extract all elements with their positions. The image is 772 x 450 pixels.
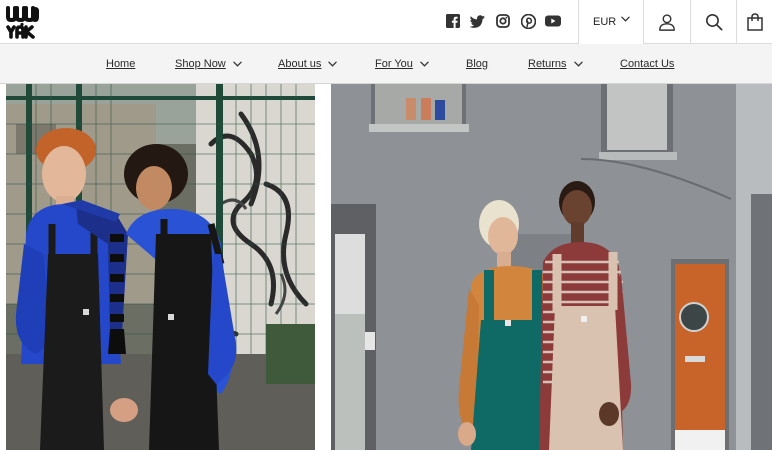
nav-item-label: About us <box>278 58 322 70</box>
top-header: EUR <box>0 0 772 44</box>
search-icon <box>705 13 723 31</box>
currency-label: EUR <box>593 16 617 28</box>
nav-item-label: Shop Now <box>175 58 226 70</box>
nav-item-blog[interactable]: Blog <box>466 44 488 84</box>
nav-item-label: Blog <box>466 58 489 70</box>
pinterest-icon[interactable] <box>519 12 537 30</box>
search-button[interactable] <box>690 0 736 44</box>
hero-image-left[interactable] <box>6 84 315 450</box>
chevron-down-icon <box>328 61 338 67</box>
nav-item-label: For You <box>375 58 413 70</box>
main-navigation: Home Shop Now About us For You Blog Retu… <box>0 44 772 84</box>
nav-item-label: Returns <box>528 58 567 70</box>
nav-item-home[interactable]: Home <box>106 44 135 84</box>
cart-button[interactable] <box>736 0 772 44</box>
nav-item-for-you[interactable]: For You <box>375 44 429 84</box>
nav-item-returns[interactable]: Returns <box>528 44 583 84</box>
facebook-icon[interactable] <box>444 12 462 30</box>
twitter-icon[interactable] <box>468 12 486 30</box>
currency-selector[interactable]: EUR <box>578 0 643 44</box>
nav-item-label: Contact Us <box>620 58 675 70</box>
youtube-icon[interactable] <box>544 12 562 30</box>
user-icon <box>659 14 675 31</box>
chevron-down-icon <box>573 61 583 67</box>
brand-logo[interactable] <box>6 5 40 39</box>
nav-item-about-us[interactable]: About us <box>278 44 338 84</box>
chevron-down-icon <box>233 61 242 67</box>
chevron-down-icon <box>621 16 630 22</box>
shopping-bag-icon <box>746 13 763 31</box>
account-button[interactable] <box>643 0 690 44</box>
nav-item-contact-us[interactable]: Contact Us <box>620 44 674 84</box>
chevron-down-icon <box>420 61 429 67</box>
instagram-icon[interactable] <box>494 12 512 30</box>
hero-image-right[interactable] <box>331 84 772 450</box>
nav-item-label: Home <box>106 58 136 70</box>
nav-item-shop-now[interactable]: Shop Now <box>175 44 242 84</box>
